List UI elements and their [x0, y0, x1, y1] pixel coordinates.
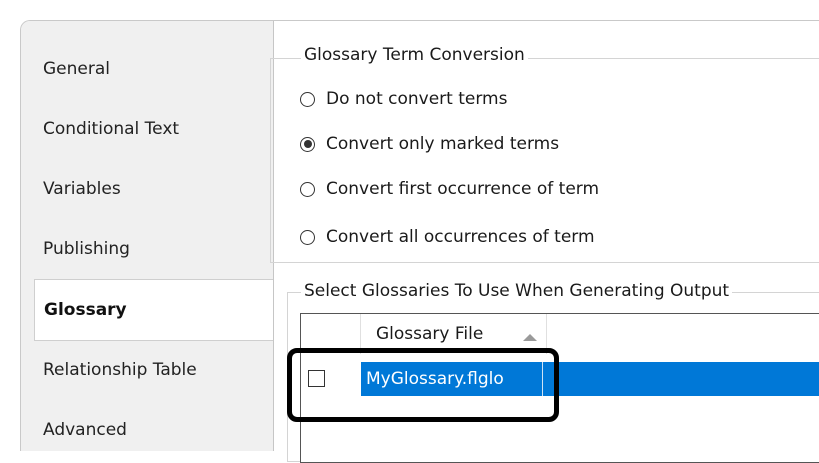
tab-general[interactable]: General: [21, 40, 273, 98]
tab-label: Variables: [43, 179, 121, 199]
radio-label: Do not convert terms: [326, 89, 508, 109]
radio-convert-all[interactable]: Convert all occurrences of term: [300, 224, 595, 250]
tab-label: Glossary: [44, 300, 127, 320]
column-header-label: Glossary File: [376, 324, 484, 344]
tab-advanced[interactable]: Advanced: [21, 401, 273, 451]
radio-selected-dot: [303, 140, 312, 148]
tab-label: Publishing: [43, 239, 130, 259]
radio-label: Convert only marked terms: [326, 134, 560, 154]
radio-button[interactable]: [300, 136, 315, 152]
select-glossaries-legend: Select Glossaries To Use When Generating…: [301, 281, 733, 301]
tab-conditional-text[interactable]: Conditional Text: [21, 100, 273, 158]
radio-convert-first[interactable]: Convert first occurrence of term: [300, 176, 599, 202]
sort-ascending-icon: [523, 334, 537, 341]
radio-button[interactable]: [300, 181, 315, 197]
callout-highlight-box: [287, 348, 559, 422]
tab-relationship-table[interactable]: Relationship Table: [21, 341, 273, 399]
radio-convert-marked[interactable]: Convert only marked terms: [300, 131, 559, 157]
tab-label: Relationship Table: [43, 360, 197, 380]
radio-do-not-convert[interactable]: Do not convert terms: [300, 86, 507, 112]
tab-label: General: [43, 59, 110, 79]
term-conversion-legend: Glossary Term Conversion: [301, 45, 528, 65]
sidebar: General Conditional Text Variables Publi…: [21, 21, 274, 451]
tab-glossary[interactable]: Glossary: [34, 279, 274, 341]
tab-label: Conditional Text: [43, 119, 180, 139]
radio-button[interactable]: [300, 229, 315, 245]
radio-button[interactable]: [300, 91, 315, 107]
tab-label: Advanced: [43, 420, 127, 440]
radio-label: Convert first occurrence of term: [326, 179, 600, 199]
tab-publishing[interactable]: Publishing: [21, 220, 273, 278]
radio-label: Convert all occurrences of term: [326, 227, 595, 247]
tab-variables[interactable]: Variables: [21, 160, 273, 218]
